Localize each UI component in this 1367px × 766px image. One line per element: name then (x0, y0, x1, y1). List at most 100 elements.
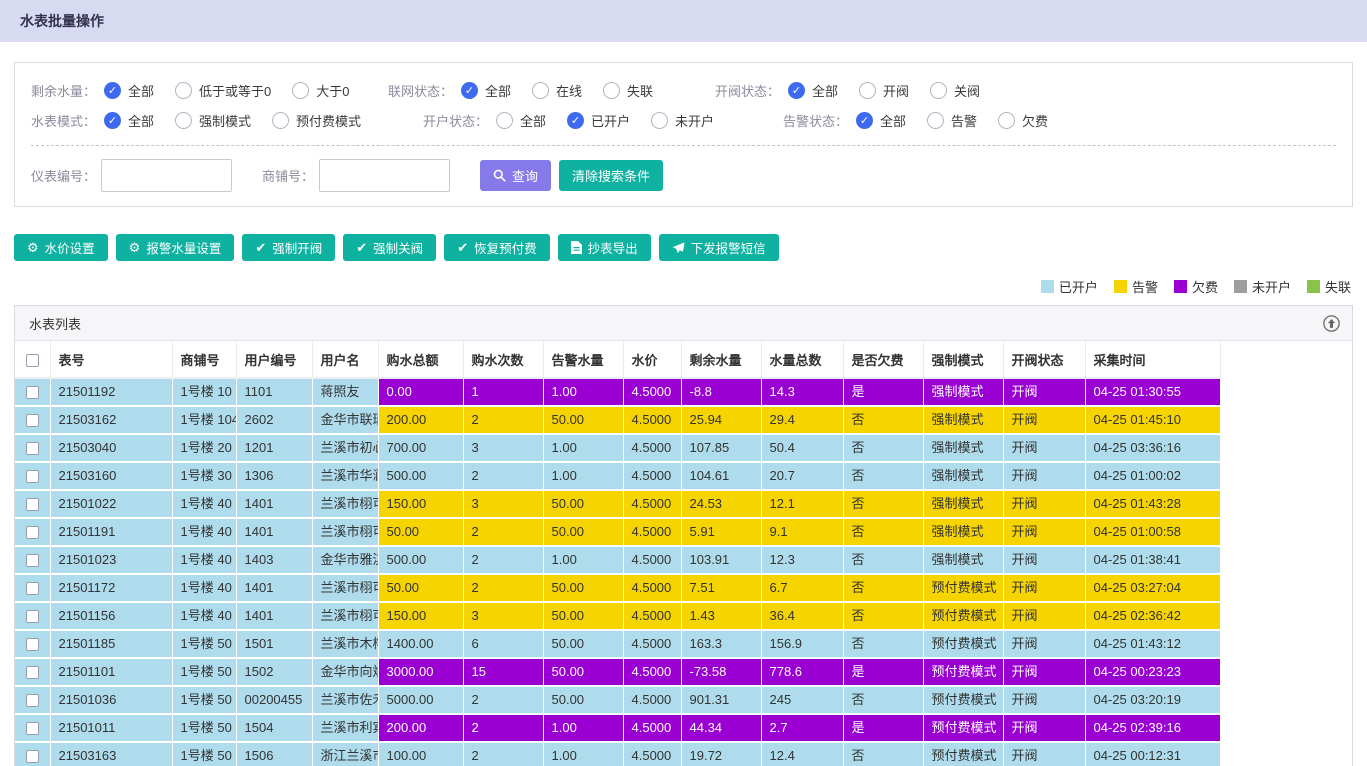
cell-is-arrears: 否 (843, 406, 923, 434)
cell-user-no: 1504 (236, 714, 312, 742)
row-checkbox[interactable] (26, 498, 39, 511)
filter-group-remaining-water: 剩余水量： ✓全部 低于或等于0 大于0 (31, 81, 388, 100)
row-checkbox[interactable] (26, 470, 39, 483)
row-checkbox[interactable] (26, 750, 39, 763)
app-header: 水表批量操作 (0, 0, 1367, 42)
cell-collect-time: 04-25 03:27:04 (1085, 574, 1220, 602)
radio-option-valve-status-0[interactable]: ✓全部 (788, 81, 838, 100)
radio-option-account-status-1[interactable]: ✓已开户 (567, 111, 630, 130)
radio-option-alarm-status-2[interactable]: 欠费 (998, 111, 1048, 130)
cell-user-no: 1502 (236, 658, 312, 686)
radio-option-account-status-2[interactable]: 未开户 (651, 111, 714, 130)
cell-meter-no: 21501192 (50, 378, 172, 406)
cell-shop-no: 1号楼 50 (172, 686, 236, 714)
cell-total-volume: 29.4 (761, 406, 843, 434)
radio-option-alarm-status-1[interactable]: 告警 (927, 111, 977, 130)
radio-unchecked-icon (292, 82, 309, 99)
cell-alarm-volume: 1.00 (543, 742, 623, 766)
cell-mode: 强制模式 (923, 490, 1003, 518)
table-row: 215010231号楼 401403金华市雅淇500.0021.004.5000… (15, 546, 1220, 574)
radio-option-network-status-0[interactable]: ✓全部 (461, 81, 511, 100)
row-checkbox[interactable] (26, 582, 39, 595)
check-icon: ✔ (356, 241, 367, 254)
table-row: 215031601号楼 301306兰溪市华澜500.0021.004.5000… (15, 462, 1220, 490)
meter-no-label: 仪表编号： (31, 166, 96, 185)
radio-option-network-status-1[interactable]: 在线 (532, 81, 582, 100)
radio-option-remaining-water-0[interactable]: ✓全部 (104, 81, 154, 100)
row-checkbox[interactable] (26, 610, 39, 623)
shop-no-input[interactable] (319, 159, 450, 192)
row-checkbox[interactable] (26, 638, 39, 651)
legend-item-alarm: 告警 (1114, 277, 1158, 296)
row-checkbox[interactable] (26, 526, 39, 539)
column-header-mode: 强制模式 (923, 341, 1003, 378)
row-checkbox-cell (15, 742, 50, 766)
filter-group-label: 剩余水量： (31, 81, 96, 100)
row-checkbox[interactable] (26, 722, 39, 735)
radio-option-network-status-2[interactable]: 失联 (603, 81, 653, 100)
cell-price: 4.5000 (623, 714, 681, 742)
cell-price: 4.5000 (623, 630, 681, 658)
column-header-purchase-count: 购水次数 (463, 341, 543, 378)
column-header-shop-no: 商铺号 (172, 341, 236, 378)
action-button-force-close-valve[interactable]: ✔强制关阀 (343, 234, 436, 261)
cell-price: 4.5000 (623, 602, 681, 630)
row-checkbox[interactable] (26, 386, 39, 399)
cell-is-arrears: 是 (843, 378, 923, 406)
cell-mode: 强制模式 (923, 434, 1003, 462)
radio-option-account-status-0[interactable]: 全部 (496, 111, 546, 130)
radio-option-meter-mode-0[interactable]: ✓全部 (104, 111, 154, 130)
action-button-force-open-valve[interactable]: ✔强制开阀 (242, 234, 335, 261)
radio-option-meter-mode-1[interactable]: 强制模式 (175, 111, 251, 130)
cell-mode: 预付费模式 (923, 574, 1003, 602)
collapse-up-icon[interactable] (1323, 315, 1340, 335)
search-button-label: 查询 (512, 166, 538, 185)
row-checkbox[interactable] (26, 442, 39, 455)
select-all-checkbox[interactable] (26, 354, 39, 367)
clear-search-button[interactable]: 清除搜索条件 (559, 160, 663, 191)
action-button-alarm-volume-settings[interactable]: ⚙报警水量设置 (116, 234, 235, 261)
cell-collect-time: 04-25 03:20:19 (1085, 686, 1220, 714)
actions-toolbar: ⚙水价设置⚙报警水量设置✔强制开阀✔强制关阀✔恢复预付费抄表导出下发报警短信 (14, 234, 1353, 261)
radio-option-meter-mode-2[interactable]: 预付费模式 (272, 111, 361, 130)
action-button-water-price-settings[interactable]: ⚙水价设置 (14, 234, 108, 261)
radio-unchecked-icon (927, 112, 944, 129)
cell-user-no: 1306 (236, 462, 312, 490)
row-checkbox[interactable] (26, 414, 39, 427)
action-button-send-alarm-sms[interactable]: 下发报警短信 (659, 234, 779, 261)
cell-shop-no: 1号楼 10 (172, 378, 236, 406)
radio-option-alarm-status-0[interactable]: ✓全部 (856, 111, 906, 130)
action-button-meter-reading-export[interactable]: 抄表导出 (558, 234, 651, 261)
cell-is-arrears: 否 (843, 434, 923, 462)
search-button[interactable]: 查询 (480, 160, 551, 191)
row-checkbox[interactable] (26, 694, 39, 707)
cell-mode: 强制模式 (923, 518, 1003, 546)
row-checkbox-cell (15, 378, 50, 406)
cell-total-volume: 14.3 (761, 378, 843, 406)
cell-user-name: 蒋照友 (312, 378, 378, 406)
table-row: 215030401号楼 201201兰溪市初心700.0031.004.5000… (15, 434, 1220, 462)
gear-icon: ⚙ (27, 241, 39, 254)
cell-user-name: 浙江兰溪市 (312, 742, 378, 766)
cell-purchase-count: 2 (463, 462, 543, 490)
cell-user-name: 金华市向斌 (312, 658, 378, 686)
filter-row-1: 剩余水量：✓全部低于或等于0大于0联网状态：✓全部在线失联开阀状态：✓全部开阀关… (31, 75, 1336, 105)
cell-meter-no: 21501185 (50, 630, 172, 658)
cell-meter-no: 21503040 (50, 434, 172, 462)
row-checkbox[interactable] (26, 666, 39, 679)
row-checkbox-cell (15, 518, 50, 546)
row-checkbox[interactable] (26, 554, 39, 567)
meter-no-input[interactable] (101, 159, 232, 192)
filter-divider (31, 145, 1336, 146)
cell-shop-no: 1号楼 50 (172, 742, 236, 766)
radio-option-remaining-water-2[interactable]: 大于0 (292, 81, 349, 100)
cell-collect-time: 04-25 01:30:55 (1085, 378, 1220, 406)
radio-option-label: 大于0 (316, 81, 349, 100)
action-button-label: 恢复预付费 (474, 238, 537, 257)
row-checkbox-cell (15, 546, 50, 574)
radio-option-valve-status-1[interactable]: 开阀 (859, 81, 909, 100)
radio-option-remaining-water-1[interactable]: 低于或等于0 (175, 81, 271, 100)
cell-purchase-total: 500.00 (378, 462, 463, 490)
action-button-restore-prepaid[interactable]: ✔恢复预付费 (444, 234, 549, 261)
radio-option-valve-status-2[interactable]: 关阀 (930, 81, 980, 100)
